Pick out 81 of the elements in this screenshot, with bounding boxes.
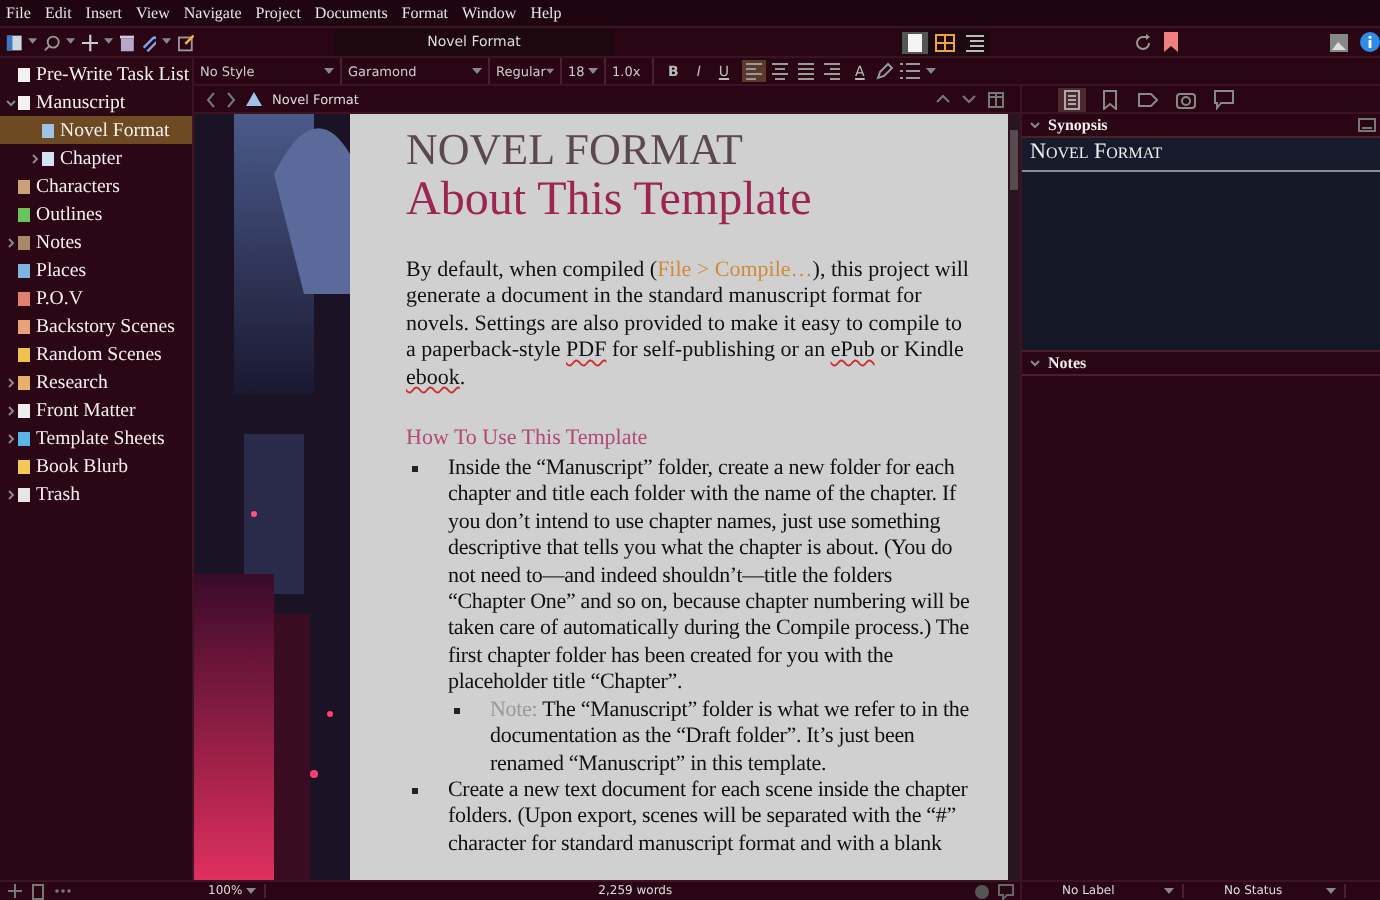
binder-item[interactable]: Book Blurb [0, 452, 192, 480]
add-icon[interactable] [81, 33, 98, 51]
tag-tab-icon[interactable] [1138, 89, 1158, 109]
binder-item[interactable]: P.O.V [0, 284, 192, 312]
caret-icon[interactable] [926, 67, 937, 75]
comment-tab-icon[interactable] [1214, 89, 1234, 109]
menu-item[interactable]: Navigate [183, 3, 242, 23]
binder-item[interactable]: Characters [0, 172, 192, 200]
more-icon[interactable] [54, 888, 72, 894]
list-item-text: Create a new text document for each scene inside the chapter folders. (Upon export, scenes will be separated with the “#” character for standard manuscript format and with a blank [448, 777, 970, 859]
menu-item[interactable]: View [136, 3, 170, 23]
binder-item[interactable]: Pre-Write Task List [0, 60, 192, 88]
menu-item[interactable]: Insert [85, 3, 123, 23]
caret-icon[interactable] [66, 38, 76, 46]
search-icon[interactable] [43, 33, 61, 51]
section-title: Notes [1048, 354, 1087, 372]
info-icon[interactable] [1360, 32, 1380, 52]
edit-icon[interactable] [177, 33, 195, 51]
back-icon[interactable] [206, 91, 216, 107]
caret-icon [588, 67, 598, 75]
corkboard-icon[interactable] [932, 31, 958, 53]
menu-item[interactable]: Help [530, 3, 562, 23]
caret-icon [324, 67, 334, 75]
forward-icon[interactable] [226, 91, 236, 107]
binder-item[interactable]: Front Matter [0, 396, 192, 424]
align-right-icon[interactable] [819, 60, 844, 82]
binder-item[interactable]: Notes [0, 228, 192, 256]
caret-icon [472, 67, 482, 75]
list-item-text: Note: The “Manuscript” folder is what we refer to in the documentation as the “Draft folder”. It’s just been renamed “Manuscript” in this template. [490, 697, 971, 778]
synopsis-title-field[interactable]: Novel Format [1022, 138, 1380, 172]
binder-item[interactable]: Manuscript [0, 88, 192, 116]
document-view-icon[interactable] [902, 31, 928, 53]
document-icon[interactable] [32, 883, 44, 899]
justify-icon[interactable] [793, 60, 818, 82]
document-icon [246, 92, 262, 106]
split-view-icon[interactable] [988, 91, 1004, 107]
caret-icon[interactable] [28, 38, 38, 46]
align-left-icon[interactable] [741, 60, 766, 82]
binder-item[interactable]: Chapter [0, 144, 192, 172]
section-heading: How To Use This Template [406, 426, 650, 453]
caret-icon[interactable] [162, 38, 172, 46]
bullet-icon [454, 707, 460, 714]
list-item-text: Inside the “Manuscript” folder, create a new folder for each chapter and title each folder with the name of the chapter. If you don’t intend to use chapter names, just use something descriptive that tells you what the chapter is about. (You do not need to—and indeed shouldn’t—title the folders “Chapter One” and so on, because chapter numbering will be taken care of automatically during the Compile process.) The first chapter folder has been created for you with the placeholder title “Chapter”. [448, 456, 972, 698]
scrollbar[interactable] [1008, 114, 1020, 880]
bullet-icon [412, 466, 418, 473]
binder-item[interactable]: Backstory Scenes [0, 312, 192, 340]
binder-item[interactable]: Outlines [0, 200, 192, 228]
notes-tab-icon[interactable] [1062, 89, 1082, 109]
bookmark-tab-icon[interactable] [1100, 89, 1120, 109]
binder-item[interactable]: Trash [0, 480, 192, 508]
camera-tab-icon[interactable] [1176, 89, 1196, 109]
binder-item[interactable]: Random Scenes [0, 340, 192, 368]
binder-item[interactable]: Template Sheets [0, 424, 192, 452]
outline-icon[interactable] [962, 31, 988, 53]
layout-icon[interactable] [6, 33, 23, 51]
caret-icon [1326, 887, 1336, 895]
heading: About This Template [406, 174, 814, 226]
section-title: Synopsis [1048, 116, 1108, 134]
align-center-icon[interactable] [767, 60, 792, 82]
menu-item[interactable]: File [6, 3, 31, 23]
comment-icon[interactable] [998, 883, 1014, 899]
document-title: NOVEL FORMAT [406, 126, 745, 174]
caret-icon [545, 67, 554, 75]
refresh-icon[interactable] [1134, 33, 1152, 51]
binder-item[interactable]: Research [0, 368, 192, 396]
menu-item[interactable]: Format [401, 3, 448, 23]
list-icon[interactable] [900, 62, 921, 80]
bullet-icon [412, 787, 418, 794]
caret-icon[interactable] [103, 38, 114, 46]
binder-item[interactable]: Novel Format [0, 116, 192, 144]
menu-item[interactable]: Documents [314, 3, 388, 23]
paragraph: By default, when compiled (File > Compile…), this project will generate a document in the standard manuscript format for novels. Settings are also provided to make it easy to compile to a paperback-style PDF for self-publishing or an ePub or Kindle ebook. [406, 258, 971, 393]
binder-item[interactable]: Places [0, 256, 192, 284]
highlighter-icon[interactable] [876, 62, 895, 80]
menu-item[interactable]: Window [461, 3, 517, 23]
caret-icon [1164, 887, 1174, 895]
menu-item[interactable]: Project [255, 3, 301, 23]
bookmark-icon[interactable] [1164, 32, 1178, 52]
caret-icon [246, 887, 257, 895]
scroll-thumb[interactable] [1010, 130, 1018, 190]
menu-item[interactable]: Edit [44, 3, 72, 23]
